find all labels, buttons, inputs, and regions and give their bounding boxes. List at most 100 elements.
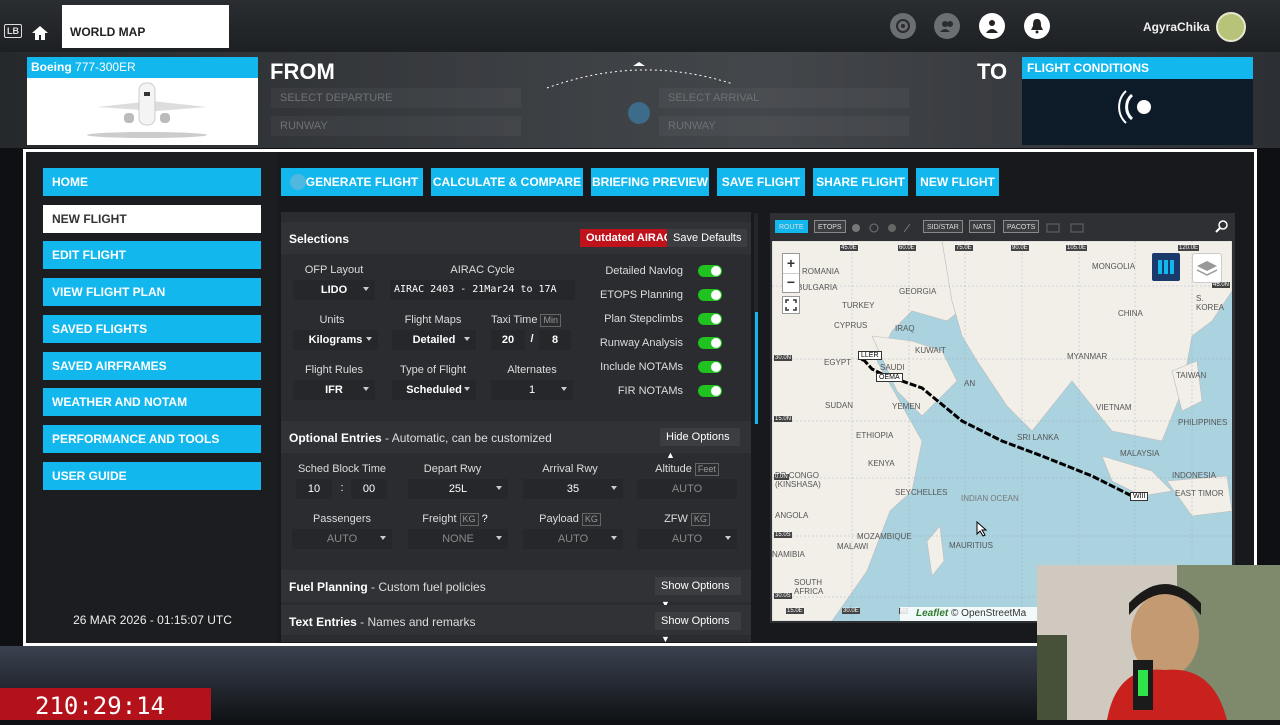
sidebar-item-home[interactable]: HOME	[43, 168, 261, 196]
map-label: TAIWAN	[1176, 371, 1207, 380]
notification-bell-icon[interactable]	[1024, 13, 1050, 39]
zoom-in-button[interactable]: +	[783, 254, 799, 274]
taxi-time-text: Taxi Time	[491, 314, 538, 326]
flight-rules-value: IFR	[325, 384, 343, 396]
select-departure[interactable]: SELECT DEPARTURE	[271, 88, 521, 108]
world-map-tab[interactable]: WORLD MAP	[62, 5, 229, 48]
scrollbar-thumb[interactable]	[755, 312, 758, 424]
sidebar-item-view-flight-plan[interactable]: VIEW FLIGHT PLAN	[43, 278, 261, 306]
map-label: INDIAN OCEAN	[961, 494, 1019, 503]
map-tool-icons[interactable]	[850, 221, 911, 233]
block-minutes-input[interactable]: 00	[351, 479, 387, 499]
map-style-icon[interactable]	[1152, 253, 1180, 281]
detailed-navlog-toggle[interactable]	[698, 265, 722, 277]
osm-attribution[interactable]: © OpenStreetMa	[951, 608, 1026, 619]
map-label: IRAQ	[895, 324, 915, 333]
new-flight-button[interactable]: NEW FLIGHT	[916, 168, 999, 196]
map-tab-pacots[interactable]: PACOTS	[1003, 220, 1040, 233]
sidebar-item-saved-flights[interactable]: SAVED FLIGHTS	[43, 315, 261, 343]
flight-maps-select[interactable]: Detailed	[392, 330, 476, 350]
arrival-rwy-select[interactable]: 35	[523, 479, 623, 499]
briefing-preview-button[interactable]: BRIEFING PREVIEW	[591, 168, 709, 196]
lb-button[interactable]: LB	[4, 24, 22, 38]
save-defaults-button[interactable]: Save Defaults	[667, 229, 748, 247]
fir-notams-toggle[interactable]	[698, 385, 722, 397]
altitude-text: Altitude	[655, 463, 692, 475]
calculate-compare-button[interactable]: CALCULATE & COMPARE	[431, 168, 583, 196]
taxi-separator: /	[530, 333, 534, 345]
sidebar-item-weather-notam[interactable]: WEATHER AND NOTAM	[43, 388, 261, 416]
leaflet-link[interactable]: Leaflet	[916, 608, 948, 619]
payload-select[interactable]: AUTO	[523, 529, 623, 549]
zoom-controls: + −	[782, 253, 800, 293]
depart-rwy-label: Depart Rwy	[423, 463, 482, 475]
freight-help-icon[interactable]: ?	[482, 513, 488, 525]
sidebar-item-new-flight[interactable]: NEW FLIGHT	[43, 205, 261, 233]
flight-rules-select[interactable]: IFR	[293, 380, 375, 400]
waypoint-label[interactable]: LLER	[858, 351, 882, 360]
map-tab-sid-star[interactable]: SID/STAR	[923, 220, 963, 233]
chevron-down-icon	[363, 287, 369, 291]
passengers-select[interactable]: AUTO	[292, 529, 392, 549]
swap-icon[interactable]	[628, 102, 650, 124]
sidebar-item-user-guide[interactable]: USER GUIDE	[43, 462, 261, 490]
map-label: MALAWI	[837, 542, 869, 551]
sidebar-item-edit-flight[interactable]: EDIT FLIGHT	[43, 241, 261, 269]
fuel-planning-subtitle: - Custom fuel policies	[367, 580, 486, 594]
profile-icon[interactable]	[979, 13, 1005, 39]
fullscreen-icon[interactable]	[782, 296, 800, 314]
taxi-out-input[interactable]: 20	[491, 330, 525, 350]
include-notams-toggle[interactable]	[698, 361, 722, 373]
map-search-icon[interactable]	[1215, 219, 1229, 233]
save-flight-button[interactable]: SAVE FLIGHT	[717, 168, 805, 196]
block-hours-input[interactable]: 10	[296, 479, 332, 499]
departure-runway[interactable]: RUNWAY	[271, 116, 521, 136]
map-tab-nats[interactable]: NATS	[969, 220, 996, 233]
altitude-input[interactable]: AUTO	[637, 479, 737, 499]
plan-stepclimbs-toggle[interactable]	[698, 313, 722, 325]
zoom-out-button[interactable]: −	[783, 274, 799, 292]
waypoint-label[interactable]: OEMA	[876, 373, 903, 382]
community-icon[interactable]	[934, 13, 960, 39]
avatar[interactable]	[1216, 12, 1246, 42]
map-label: CYPRUS	[834, 321, 868, 330]
etops-planning-toggle[interactable]	[698, 289, 722, 301]
hide-options-button[interactable]: Hide Options ▲	[660, 428, 740, 460]
depart-rwy-select[interactable]: 25L	[408, 479, 508, 499]
runway-analysis-toggle[interactable]	[698, 337, 722, 349]
hide-options-label: Hide Options	[666, 431, 730, 443]
share-flight-button[interactable]: SHARE FLIGHT	[813, 168, 908, 196]
map-label: S. KOREA	[1196, 294, 1225, 312]
map-extra-icons[interactable]	[1045, 221, 1085, 233]
ofp-layout-select[interactable]: LIDO	[293, 280, 375, 300]
arrival-runway[interactable]: RUNWAY	[659, 116, 909, 136]
fuel-show-options-button[interactable]: Show Options ▼	[655, 577, 741, 609]
sidebar-item-saved-airframes[interactable]: SAVED AIRFRAMES	[43, 352, 261, 380]
route-map[interactable]: ROMANIA BULGARIA GEORGIA TURKEY CYPRUS I…	[772, 241, 1232, 621]
sidebar-item-performance-tools[interactable]: PERFORMANCE AND TOOLS	[43, 425, 261, 453]
streamer-webcam-image	[1037, 565, 1280, 720]
text-show-options-button[interactable]: Show Options ▼	[655, 612, 741, 644]
freight-select[interactable]: NONE	[408, 529, 508, 549]
outdated-airac-badge[interactable]: Outdated AIRAC	[580, 229, 678, 247]
map-label: MAURITIUS	[949, 541, 993, 550]
grid-label: 90.0E	[1011, 245, 1029, 251]
freight-label: Freight KG ?	[405, 513, 505, 526]
units-select[interactable]: Kilograms	[293, 330, 378, 350]
layers-icon[interactable]	[1192, 253, 1222, 283]
waypoint-label[interactable]: WIII	[1130, 492, 1149, 501]
zfw-select[interactable]: AUTO	[637, 529, 737, 549]
arrival-rwy-label: Arrival Rwy	[542, 463, 598, 475]
username[interactable]: AgyraChika	[1143, 20, 1210, 34]
select-arrival[interactable]: SELECT ARRIVAL	[659, 88, 909, 108]
type-of-flight-select[interactable]: Scheduled	[392, 380, 476, 400]
home-icon[interactable]	[30, 24, 50, 42]
map-tab-route[interactable]: ROUTE	[775, 220, 808, 233]
map-label: SAUDI	[880, 363, 905, 372]
zfw-text: ZFW	[664, 513, 688, 525]
generate-flight-button[interactable]: GENERATE FLIGHT	[281, 168, 423, 196]
map-label: TURKEY	[842, 301, 875, 310]
map-label: KUWAIT	[915, 346, 946, 355]
map-tab-etops[interactable]: ETOPS	[814, 220, 846, 233]
activity-icon[interactable]	[890, 13, 916, 39]
